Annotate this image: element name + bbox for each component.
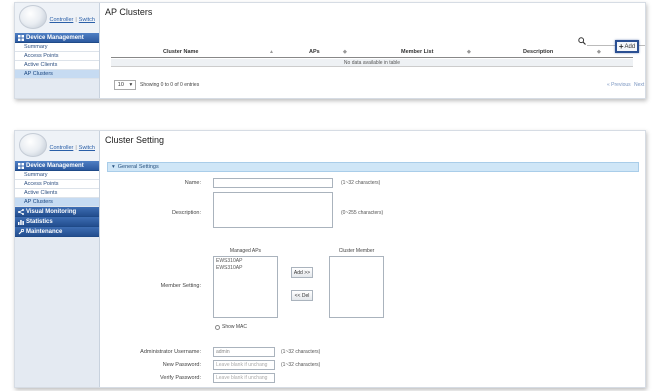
verify-password-label: Verify Password: xyxy=(160,375,201,381)
page-title: Cluster Setting xyxy=(105,135,165,145)
general-settings-section[interactable]: ▾ General Settings xyxy=(107,162,639,172)
del-member-button[interactable]: << Del xyxy=(291,290,313,301)
list-item[interactable]: EWS310AP xyxy=(216,265,275,272)
sort-icon[interactable]: ◆ xyxy=(467,49,471,55)
cluster-setting-content: Cluster Setting ▾ General Settings Name:… xyxy=(101,131,645,387)
admin-username-hint: (1~32 characters) xyxy=(281,349,321,355)
logo-area: Controller | Switch xyxy=(15,3,99,33)
cluster-setting-panel: Controller | Switch Device Management Summ… xyxy=(14,130,646,388)
statistics-icon xyxy=(18,219,24,225)
table-info: Showing 0 to 0 of 0 entries xyxy=(140,82,200,88)
show-mac-label: Show MAC xyxy=(222,324,248,330)
sidebar-item-summary[interactable]: Summary xyxy=(15,43,99,52)
plus-icon: + xyxy=(618,41,624,51)
clusters-content: AP Clusters Cluster Name ▲ APs ◆ Member … xyxy=(101,3,645,98)
page-size-select[interactable]: 10 ▾ xyxy=(114,80,136,90)
new-password-label: New Password: xyxy=(162,362,201,368)
admin-username-field[interactable]: admin xyxy=(213,347,275,357)
mode-separator: | xyxy=(75,17,77,23)
add-member-button[interactable]: Add >> xyxy=(291,267,313,278)
description-field[interactable] xyxy=(213,192,333,228)
sidebar-item-active-clients[interactable]: Active Clients xyxy=(15,61,99,70)
logo xyxy=(19,5,47,29)
logo-area: Controller | Switch xyxy=(15,131,99,161)
radio-circle xyxy=(215,324,220,330)
column-aps[interactable]: APs xyxy=(309,49,320,55)
nav-maintenance[interactable]: Maintenance xyxy=(15,227,99,237)
previous-arrow-icon: « xyxy=(607,82,610,88)
name-hint: (1~32 characters) xyxy=(341,180,381,186)
nav-visual-monitoring-label: Visual Monitoring xyxy=(26,208,77,215)
admin-username-label: Administrator Username: xyxy=(140,349,201,355)
nav-maintenance-label: Maintenance xyxy=(26,228,63,235)
mode-switch: Controller | Switch xyxy=(50,17,95,23)
section-title: General Settings xyxy=(117,164,159,170)
page-size-value: 10 xyxy=(117,82,124,88)
column-member-list[interactable]: Member List xyxy=(401,49,433,55)
cluster-member-title: Cluster Member xyxy=(338,248,375,254)
controller-link[interactable]: Controller xyxy=(50,145,74,151)
nav-device-management-label: Device Management xyxy=(26,162,84,169)
mode-separator: | xyxy=(75,145,77,151)
sidebar-item-ap-clusters[interactable]: AP Clusters xyxy=(15,70,99,79)
share-icon xyxy=(18,208,24,215)
verify-password-field[interactable]: Leave blank if unchang xyxy=(213,373,275,383)
device-grid-icon xyxy=(18,162,24,169)
switch-link[interactable]: Switch xyxy=(79,145,95,151)
collapse-arrow-icon: ▾ xyxy=(112,164,115,170)
nav-device-management-label: Device Management xyxy=(26,34,84,41)
table-header: Cluster Name ▲ APs ◆ Member List ◆ Descr… xyxy=(111,47,633,58)
managed-aps-list[interactable]: EWS310AP EWS310AP xyxy=(213,256,278,318)
nav-device-management[interactable]: Device Management xyxy=(15,33,99,43)
sidebar-item-access-points[interactable]: Access Points xyxy=(15,52,99,61)
nav-statistics[interactable]: Statistics xyxy=(15,217,99,227)
new-password-hint: (1~32 characters) xyxy=(281,362,321,368)
previous-page-label: Previous xyxy=(611,82,631,88)
nav-device-management[interactable]: Device Management xyxy=(15,161,99,171)
page-title: AP Clusters xyxy=(105,7,153,17)
add-button[interactable]: + Add xyxy=(615,40,639,53)
sort-icon[interactable]: ◆ xyxy=(597,49,601,55)
member-setting-label: Member Setting: xyxy=(160,283,201,289)
sort-icon[interactable]: ▲ xyxy=(269,49,274,55)
name-field[interactable] xyxy=(213,178,333,188)
empty-table-message: No data available in table xyxy=(111,59,633,67)
sort-icon[interactable]: ◆ xyxy=(343,49,347,55)
sidebar: Controller | Switch Device Management Summ… xyxy=(15,3,100,98)
sidebar-item-summary[interactable]: Summary xyxy=(15,171,99,180)
sidebar-item-access-points[interactable]: Access Points xyxy=(15,180,99,189)
mode-switch: Controller | Switch xyxy=(50,145,95,151)
description-hint: (0~255 characters) xyxy=(341,210,384,216)
list-item[interactable]: EWS310AP xyxy=(216,258,275,265)
show-mac-radio[interactable]: Show MAC xyxy=(215,324,247,330)
nav-visual-monitoring[interactable]: Visual Monitoring xyxy=(15,207,99,217)
next-page-link[interactable]: Next xyxy=(634,82,644,88)
controller-link[interactable]: Controller xyxy=(50,17,74,23)
description-label: Description: xyxy=(171,210,201,216)
sidebar-item-active-clients[interactable]: Active Clients xyxy=(15,189,99,198)
device-grid-icon xyxy=(18,34,24,41)
sidebar: Controller | Switch Device Management Summ… xyxy=(15,131,100,387)
nav-statistics-label: Statistics xyxy=(26,218,53,225)
logo xyxy=(19,133,47,157)
managed-aps-title: Managed APs xyxy=(229,248,262,254)
previous-page-link[interactable]: « Previous xyxy=(607,82,631,88)
name-label: Name: xyxy=(184,180,201,186)
new-password-field[interactable]: Leave blank if unchang xyxy=(213,360,275,370)
search-icon xyxy=(577,36,587,46)
sidebar-item-ap-clusters[interactable]: AP Clusters xyxy=(15,198,99,207)
column-description[interactable]: Description xyxy=(523,49,553,55)
column-cluster-name[interactable]: Cluster Name xyxy=(163,49,198,55)
switch-link[interactable]: Switch xyxy=(79,17,95,23)
wrench-icon xyxy=(18,228,24,235)
dropdown-arrow-icon: ▾ xyxy=(129,82,133,88)
cluster-member-list[interactable] xyxy=(329,256,384,318)
add-button-label: Add xyxy=(624,43,636,50)
ap-clusters-panel: Controller | Switch Device Management Summ… xyxy=(14,2,646,99)
